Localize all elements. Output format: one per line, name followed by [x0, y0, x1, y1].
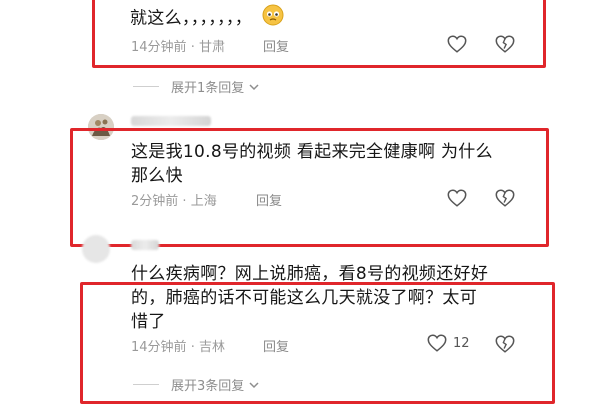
comment-3-expand-replies[interactable]: 展开3条回复: [133, 375, 260, 394]
comment-1-expand-replies[interactable]: 展开1条回复: [133, 77, 260, 96]
comment-2-like-button[interactable]: [446, 187, 468, 209]
expand-divider: [133, 384, 159, 385]
comment-1-location: 甘肃: [198, 40, 225, 55]
heart-icon: [447, 35, 467, 53]
username-blurred: [131, 116, 211, 126]
chevron-down-icon: [249, 83, 259, 90]
broken-heart-icon: [495, 35, 515, 53]
comment-1-line-1: 就这么，，，，，，，: [130, 8, 252, 29]
comment-2-line-2: 那么快: [131, 166, 183, 186]
comment-3-location: 吉林: [198, 340, 225, 355]
comment-2-reply-button[interactable]: 回复: [256, 190, 282, 209]
avatar[interactable]: [82, 235, 110, 263]
broken-heart-icon: [495, 335, 515, 353]
chevron-down-icon: [249, 381, 259, 388]
comment-1-meta: 14分钟前 · 甘肃: [131, 36, 225, 55]
comment-3-meta: 14分钟前 · 吉林: [131, 336, 225, 355]
comment-1-reply-button[interactable]: 回复: [263, 36, 289, 55]
comment-1-like-button[interactable]: [446, 33, 468, 55]
comment-1-dislike-button[interactable]: [494, 33, 516, 55]
comment-2-time: 2分钟前: [131, 194, 179, 209]
username-blurred: [131, 240, 159, 250]
broken-heart-icon: [495, 189, 515, 207]
emoji-icon: [262, 4, 284, 33]
comment-2-meta: 2分钟前 · 上海: [131, 190, 217, 209]
comment-2-location: 上海: [190, 194, 217, 209]
heart-icon: [447, 189, 467, 207]
comment-3-time: 14分钟前: [131, 340, 187, 355]
meta-separator: ·: [190, 40, 195, 55]
expand-divider: [133, 86, 159, 87]
comment-2-text: 这是我10.8号的视频 看起来完全健康啊 为什么 那么快: [131, 140, 493, 188]
expand-label: 展开3条回复: [171, 379, 245, 394]
comment-2-line-1: 这是我10.8号的视频 看起来完全健康啊 为什么: [131, 142, 493, 162]
expand-label: 展开1条回复: [171, 81, 245, 96]
comment-1-time: 14分钟前: [131, 40, 187, 55]
comment-3-like-button[interactable]: 12: [426, 332, 470, 354]
comment-3-dislike-button[interactable]: [494, 333, 516, 355]
comment-1-text: 就这么，，，，，，，: [130, 4, 284, 33]
like-count: 12: [453, 335, 470, 351]
comment-2-dislike-button[interactable]: [494, 187, 516, 209]
heart-icon: [427, 334, 447, 352]
comment-3-reply-button[interactable]: 回复: [263, 336, 289, 355]
meta-separator: ·: [190, 340, 195, 355]
meta-separator: ·: [182, 194, 187, 209]
